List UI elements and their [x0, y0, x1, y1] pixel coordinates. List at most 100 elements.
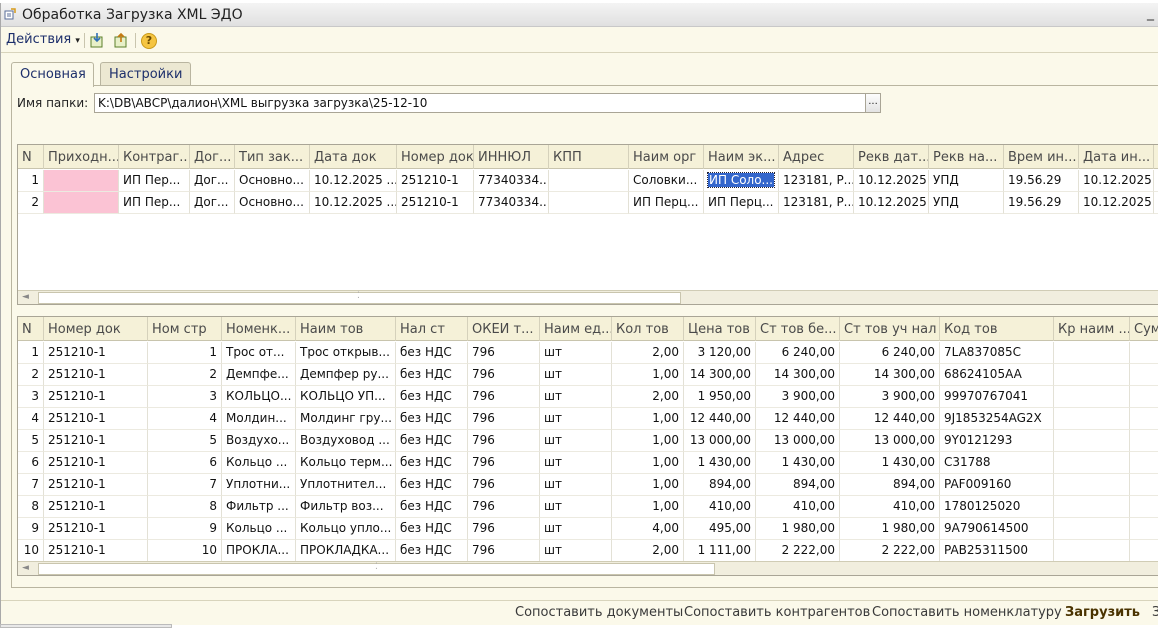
table-cell[interactable]: 1,00 [612, 474, 684, 496]
table-cell[interactable]: 2,00 [612, 386, 684, 408]
table-cell[interactable]: 7 [18, 474, 44, 496]
table-cell[interactable]: 10.12.2025 [1079, 192, 1154, 214]
table-cell[interactable]: 2 [148, 364, 222, 386]
table-cell[interactable]: 796 [468, 342, 540, 364]
table-row[interactable]: 3 251210-1 3 КОЛЬЦО... КОЛЬЦО УП... без НДС 79… [18, 386, 1158, 408]
table-cell[interactable]: 410,00 [684, 496, 756, 518]
save-to-file-icon[interactable] [113, 32, 130, 49]
help-icon[interactable]: ? [141, 33, 157, 49]
table-cell[interactable]: КОЛЬЦО... [222, 386, 296, 408]
table-cell[interactable]: шт [540, 386, 612, 408]
table-cell[interactable]: 7 [148, 474, 222, 496]
table-cell[interactable]: 1,00 [612, 496, 684, 518]
table-cell[interactable]: 9Y0121293 [940, 430, 1054, 452]
table-cell[interactable]: 251210-1 [44, 408, 148, 430]
table-row[interactable]: 6 251210-1 6 Кольцо ... Кольцо терм... без НД… [18, 452, 1158, 474]
table-cell[interactable]: 3 [18, 386, 44, 408]
table-cell[interactable]: 495,00 [684, 518, 756, 540]
column-header[interactable]: Приходн... [44, 145, 119, 169]
table-cell[interactable]: 1 430,00 [756, 452, 840, 474]
table-cell[interactable]: 13 000,00 [684, 430, 756, 452]
table-cell[interactable]: без НДС [396, 386, 468, 408]
column-header[interactable]: Код тов [940, 317, 1054, 341]
column-header[interactable]: Врем ин... [1004, 145, 1079, 169]
column-header[interactable]: Контраг... [119, 145, 190, 169]
table-cell[interactable]: шт [540, 518, 612, 540]
table-cell[interactable]: 251210-1 [44, 474, 148, 496]
table-cell[interactable]: 251210-1 [44, 430, 148, 452]
table-cell[interactable]: 13 000,00 [840, 430, 940, 452]
table-cell[interactable]: 1 [18, 170, 44, 192]
table-cell[interactable] [1130, 408, 1158, 430]
table-cell[interactable]: PAB25311500 [940, 540, 1054, 562]
table-row[interactable]: 10 251210-1 10 ПРОКЛА... ПРОКЛАДКА... без НДС… [18, 540, 1158, 562]
window-close-button[interactable]: _ [1147, 5, 1154, 21]
table-cell[interactable]: ПРОКЛА... [222, 540, 296, 562]
table-cell[interactable]: PAF009160 [940, 474, 1054, 496]
table-cell[interactable]: без НДС [396, 452, 468, 474]
table-cell[interactable]: без НДС [396, 430, 468, 452]
table-cell[interactable]: 1 [148, 342, 222, 364]
table-cell[interactable]: 894,00 [756, 474, 840, 496]
column-header[interactable]: Номер док [397, 145, 474, 169]
table-cell[interactable]: 6 240,00 [840, 342, 940, 364]
table-cell[interactable]: Воздуховод ... [296, 430, 396, 452]
table-cell[interactable]: 12 440,00 [684, 408, 756, 430]
table-cell[interactable] [1130, 430, 1158, 452]
table-row[interactable]: 5 251210-1 5 Воздухо... Воздуховод ... без НД… [18, 430, 1158, 452]
table-cell[interactable]: 14 300,00 [684, 364, 756, 386]
table-cell[interactable]: 251210-1 [44, 452, 148, 474]
table-cell[interactable]: без НДС [396, 342, 468, 364]
table-cell[interactable]: 4 [18, 408, 44, 430]
table-cell[interactable]: Основно... [235, 192, 310, 214]
column-header[interactable]: Кр наим ... [1054, 317, 1130, 341]
table-cell[interactable]: без НДС [396, 496, 468, 518]
table-cell[interactable]: УПД [929, 170, 1004, 192]
table-cell[interactable] [1130, 540, 1158, 562]
table-cell[interactable] [1054, 452, 1130, 474]
column-header[interactable]: Рекв дат... [854, 145, 929, 169]
column-header[interactable]: Ст тов бе... [756, 317, 840, 341]
table-cell[interactable]: 77340334... [474, 192, 549, 214]
column-header[interactable]: КПП [549, 145, 629, 169]
table-cell[interactable] [1130, 386, 1158, 408]
table-cell[interactable]: Уплотнител... [296, 474, 396, 496]
table-cell[interactable]: 8 [18, 496, 44, 518]
column-header[interactable]: Наим эк... [704, 145, 779, 169]
table-cell[interactable]: Соловки... [629, 170, 704, 192]
table-cell[interactable]: 1 980,00 [756, 518, 840, 540]
match-documents-button[interactable]: Сопоставить документы [515, 605, 683, 620]
load-button[interactable]: Загрузить [1065, 605, 1140, 620]
table-cell[interactable]: 1 [18, 342, 44, 364]
table-cell[interactable]: Кольцо упло... [296, 518, 396, 540]
table-cell[interactable]: 10.12.2025 [854, 170, 929, 192]
load-from-file-icon[interactable] [89, 32, 106, 49]
table-cell[interactable]: шт [540, 430, 612, 452]
table-cell[interactable]: 796 [468, 452, 540, 474]
table-cell[interactable]: 14 300,00 [840, 364, 940, 386]
table-cell[interactable]: 251210-1 [44, 342, 148, 364]
table-cell[interactable]: 123181, Р... [779, 170, 854, 192]
column-header[interactable]: Нал ст [396, 317, 468, 341]
table-cell[interactable]: 1,00 [612, 408, 684, 430]
items-horizontal-scrollbar[interactable]: ◄ ⁚ [18, 561, 1158, 575]
table-row[interactable]: 2 ИП Пер... Дог... Основно... 10.12.2025 ...… [18, 192, 1158, 214]
table-cell[interactable] [1130, 452, 1158, 474]
table-cell[interactable]: 7LA837085C [940, 342, 1054, 364]
table-cell[interactable]: 99970767041 [940, 386, 1054, 408]
table-cell[interactable]: Демпфе... [222, 364, 296, 386]
column-header[interactable]: Наим орг [629, 145, 704, 169]
table-cell[interactable] [1054, 364, 1130, 386]
table-cell[interactable]: 410,00 [756, 496, 840, 518]
table-cell[interactable]: Демпфер ру... [296, 364, 396, 386]
table-cell[interactable]: шт [540, 452, 612, 474]
table-cell[interactable]: 1 [1154, 170, 1158, 192]
table-cell[interactable]: ИП Пер... [119, 170, 190, 192]
table-cell[interactable]: 19.56.29 [1004, 170, 1079, 192]
table-cell[interactable]: 9 [18, 518, 44, 540]
table-cell[interactable]: 796 [468, 408, 540, 430]
match-nomenclature-button[interactable]: Сопоставить номенклатуру [872, 605, 1062, 620]
table-cell[interactable]: 251210-1 [44, 540, 148, 562]
table-cell[interactable]: Кольцо ... [222, 452, 296, 474]
table-cell[interactable]: 3 120,00 [684, 342, 756, 364]
